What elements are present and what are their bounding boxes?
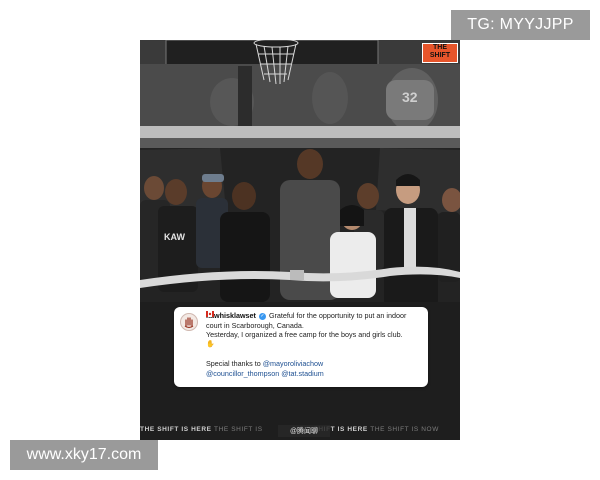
post-photo: 32 KAW THE SHIFT kawhisklawset ✓ Gratefu…: [140, 40, 460, 440]
svg-text:KAW: KAW: [164, 232, 186, 242]
brand-badge: THE SHIFT: [422, 43, 458, 63]
mention-stadium[interactable]: @tat.stadium: [281, 369, 323, 378]
caption-line1: Grateful for the opportunity to put an i…: [268, 311, 407, 320]
svg-text:32: 32: [402, 89, 418, 105]
raised-hand-icon: ✋: [206, 340, 215, 348]
caption-text: kawhisklawset ✓ Grateful for the opportu…: [206, 311, 422, 378]
mention-mayor[interactable]: @mayoroliviachow: [263, 359, 323, 368]
hand-logo-icon[interactable]: [180, 313, 198, 331]
watermark-bottom-left: www.xky17.com: [10, 440, 158, 470]
verified-check-icon: ✓: [258, 312, 266, 320]
caption-card: kawhisklawset ✓ Grateful for the opportu…: [174, 307, 428, 387]
brand-badge-line2: SHIFT: [429, 52, 451, 59]
caption-line3: Yesterday, I organized a free camp for t…: [206, 330, 403, 340]
caption-line2: court in Scarborough, Canada.: [206, 320, 304, 330]
mention-councillor[interactable]: @councillor_thompson: [206, 369, 279, 378]
ticker-part1: THE SHIFT IS HERE: [140, 426, 212, 433]
thanks-prefix: Special thanks to: [206, 358, 261, 368]
weibo-watermark: @腾闻聊: [278, 425, 330, 437]
ticker-part4: THE SHIFT IS NOW: [370, 426, 439, 433]
watermark-top-right: TG: MYYJJPP: [451, 10, 590, 40]
brand-badge-line1: THE: [433, 44, 447, 51]
ticker-part2: THE SHIFT IS: [214, 426, 263, 433]
